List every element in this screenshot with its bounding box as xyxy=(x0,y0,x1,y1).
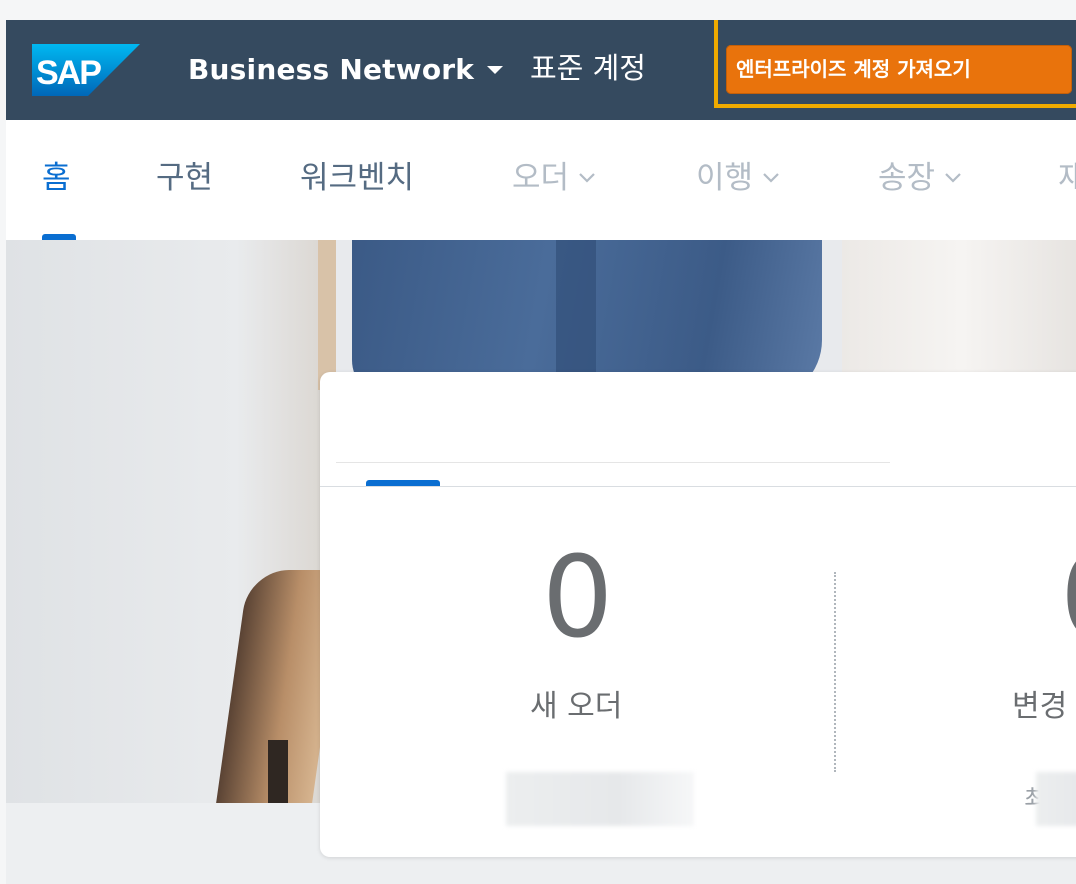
chevron-down-icon xyxy=(763,172,779,183)
tab-home[interactable]: 홈 xyxy=(42,156,71,200)
tab-fulfillment[interactable]: 이행 xyxy=(696,156,781,200)
tab-invoices[interactable]: 송장 xyxy=(878,156,963,200)
tab-label: 홈 xyxy=(42,160,71,196)
tab-label: 오더 xyxy=(512,160,570,196)
shirt-shadow xyxy=(556,240,596,390)
tab-label: 송장 xyxy=(878,160,936,196)
chair-leg xyxy=(268,740,288,803)
tab-label: 구현 xyxy=(156,160,214,196)
orders-summary-card: 0 새 오더 0 변경 최 xyxy=(320,372,1076,857)
sap-logo[interactable]: SAP xyxy=(32,44,140,96)
tab-workbench[interactable]: 워크벤치 xyxy=(300,156,414,200)
main-navigation: 홈 구현 워크벤치 오더 이행 송장 재 xyxy=(6,120,1076,240)
app-window: SAP Business Network 표준 계정 엔터프라이즈 계정 가져오… xyxy=(6,20,1076,884)
shell-bar: SAP Business Network 표준 계정 엔터프라이즈 계정 가져오… xyxy=(6,20,1076,120)
account-type-label: 표준 계정 xyxy=(530,51,646,85)
card-separator xyxy=(320,486,1076,487)
tab-label: 재 xyxy=(1058,160,1076,196)
card-tab-bar xyxy=(336,462,890,463)
product-name[interactable]: Business Network xyxy=(188,50,474,90)
wooden-frame xyxy=(318,240,336,390)
new-orders-count[interactable]: 0 xyxy=(542,538,613,658)
chevron-down-icon xyxy=(945,172,961,183)
kpi-divider xyxy=(834,572,836,772)
new-orders-label: 새 오더 xyxy=(530,689,623,724)
tab-partial[interactable]: 재 xyxy=(1058,156,1076,200)
caret-down-icon[interactable] xyxy=(484,60,506,80)
tab-orders[interactable]: 오더 xyxy=(512,156,597,200)
tab-label: 이행 xyxy=(696,160,754,196)
svg-text:SAP: SAP xyxy=(36,54,101,92)
get-enterprise-account-button[interactable]: 엔터프라이즈 계정 가져오기 xyxy=(726,45,1072,94)
blurred-caption xyxy=(1036,772,1076,826)
changed-orders-label: 변경 xyxy=(1012,689,1068,724)
tab-implementation[interactable]: 구현 xyxy=(156,156,213,200)
changed-orders-count[interactable]: 0 xyxy=(1060,538,1076,658)
blurred-caption xyxy=(506,772,694,826)
tab-label: 워크벤치 xyxy=(300,160,415,196)
chevron-down-icon xyxy=(579,172,595,183)
